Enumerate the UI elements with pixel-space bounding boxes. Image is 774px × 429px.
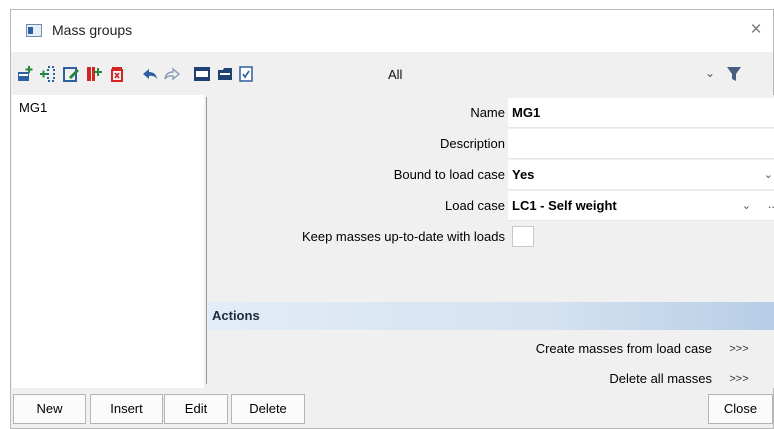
bound-to-load-case-value: Yes (512, 167, 535, 182)
actions-title: Actions (212, 308, 260, 323)
name-value: MG1 (512, 105, 541, 120)
properties-panel: Name MG1 Description Bound to load case … (208, 95, 774, 388)
insert-row-icon[interactable] (39, 65, 57, 83)
insert-button[interactable]: Insert (90, 394, 163, 424)
folder-icon[interactable] (216, 65, 234, 83)
property-row-bound: Bound to load case Yes ⌄ (208, 160, 774, 190)
edit-button[interactable]: Edit (164, 394, 228, 424)
window-icon (26, 24, 42, 37)
toolbar: All ⌄ (11, 63, 773, 87)
chevron-down-icon[interactable]: ⌄ (764, 168, 773, 181)
property-row-keep-masses: Keep masses up-to-date with loads (208, 222, 774, 252)
delete-button[interactable]: Delete (231, 394, 305, 424)
load-case-value: LC1 - Self weight (512, 198, 617, 213)
more-button[interactable]: .. (768, 196, 774, 211)
mass-groups-window: Mass groups × All ⌄ MG1 Name MG1 Descrip… (10, 9, 774, 429)
close-window-button[interactable]: × (742, 18, 770, 42)
property-row-description: Description (208, 129, 774, 159)
load-case-select[interactable]: LC1 - Self weight ⌄ .. (508, 191, 774, 221)
list-item[interactable]: MG1 (19, 100, 47, 115)
create-masses-label: Create masses from load case (535, 341, 712, 356)
chevron-down-icon[interactable]: ⌄ (742, 199, 751, 212)
window-title: Mass groups (52, 22, 133, 38)
title-bar: Mass groups × (11, 10, 773, 52)
new-row-icon[interactable] (16, 65, 34, 83)
chevron-down-icon[interactable]: ⌄ (705, 66, 715, 80)
create-masses-button[interactable]: >>> (715, 338, 763, 360)
actions-header: Actions (208, 302, 774, 330)
filter-dropdown[interactable]: All (388, 67, 402, 82)
delete-all-masses-label: Delete all masses (609, 371, 712, 386)
name-label: Name (470, 105, 505, 120)
funnel-icon[interactable] (727, 66, 741, 85)
new-button[interactable]: New (13, 394, 86, 424)
bound-to-load-case-select[interactable]: Yes ⌄ (508, 160, 774, 190)
button-bar: New Insert Edit Delete Close (11, 392, 774, 428)
property-row-load-case: Load case LC1 - Self weight ⌄ .. (208, 191, 774, 221)
table-icon[interactable] (193, 65, 211, 83)
keep-masses-label: Keep masses up-to-date with loads (301, 229, 505, 244)
undo-icon[interactable] (141, 65, 159, 83)
divider (206, 97, 207, 384)
bound-to-load-case-label: Bound to load case (393, 167, 505, 182)
description-label: Description (439, 136, 505, 151)
name-field[interactable]: MG1 (508, 98, 774, 128)
edit-icon[interactable] (62, 65, 80, 83)
load-case-label: Load case (445, 198, 505, 213)
redo-icon[interactable] (163, 65, 181, 83)
delete-icon[interactable] (108, 65, 126, 83)
close-button[interactable]: Close (708, 394, 773, 424)
check-icon[interactable] (237, 65, 255, 83)
keep-masses-checkbox[interactable] (512, 226, 534, 247)
property-row-name: Name MG1 (208, 98, 774, 128)
delete-all-masses-button[interactable]: >>> (715, 368, 763, 390)
mass-group-list: MG1 (12, 95, 204, 388)
duplicate-icon[interactable] (85, 65, 103, 83)
description-field[interactable] (508, 129, 774, 159)
